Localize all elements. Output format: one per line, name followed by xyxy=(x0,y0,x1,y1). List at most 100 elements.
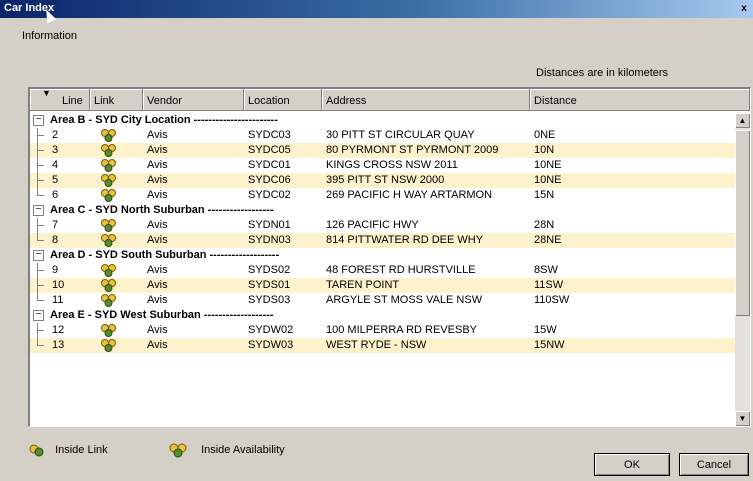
table-row[interactable]: 13 Avis SYDW03 WEST RYDE - NSW 15NW xyxy=(30,338,735,353)
car-index-grid[interactable]: ▼ Line Link Vendor Location Address Dist… xyxy=(28,87,751,427)
legend-inside-availability: Inside Availability xyxy=(168,442,285,458)
cell-distance: 10NE xyxy=(534,174,562,186)
tree-connector xyxy=(37,233,48,241)
cell-address: 30 PITT ST CIRCULAR QUAY xyxy=(326,129,475,141)
cell-distance: 11SW xyxy=(534,279,564,291)
cell-line: 9 xyxy=(52,264,59,276)
scroll-down-icon[interactable]: ▼ xyxy=(735,411,750,426)
group-row[interactable]: − Area E - SYD West Suburban ------------… xyxy=(30,308,735,323)
table-row[interactable]: 6 Avis SYDC02 269 PACIFIC H WAY ARTARMON 15N xyxy=(30,188,735,203)
cell-address: KINGS CROSS NSW 2011 xyxy=(326,159,458,171)
inside-availability-icon[interactable] xyxy=(100,323,118,337)
cell-vendor: Avis xyxy=(147,294,168,306)
cell-vendor: Avis xyxy=(147,189,168,201)
table-row[interactable]: 4 Avis SYDC01 KINGS CROSS NSW 2011 10NE xyxy=(30,158,735,173)
inside-availability-icon[interactable] xyxy=(100,188,118,202)
cell-line: 5 xyxy=(52,174,59,186)
column-header-distance[interactable]: Distance xyxy=(530,89,750,111)
cell-vendor: Avis xyxy=(147,159,168,171)
ok-button[interactable]: OK xyxy=(594,453,670,476)
title-bar[interactable]: Car Index x xyxy=(0,0,753,18)
collapse-icon[interactable]: − xyxy=(33,310,44,321)
cell-line: 11 xyxy=(52,294,64,306)
inside-availability-icon[interactable] xyxy=(100,293,118,307)
tree-connector xyxy=(37,338,48,346)
cell-location: SYDC05 xyxy=(248,144,291,156)
legend-inside-link: Inside Link xyxy=(28,442,108,458)
inside-availability-icon[interactable] xyxy=(100,158,118,172)
cell-address: 126 PACIFIC HWY xyxy=(326,219,419,231)
cell-distance: 28NE xyxy=(534,234,562,246)
cell-distance: 110SW xyxy=(534,294,570,306)
cell-address: 395 PITT ST NSW 2000 xyxy=(326,174,445,186)
group-row[interactable]: − Area C - SYD North Suburban -----------… xyxy=(30,203,735,218)
group-label: Area B - SYD City Location -------------… xyxy=(50,114,278,126)
cell-line: 7 xyxy=(52,219,59,231)
group-row[interactable]: − Area D - SYD South Suburban -----------… xyxy=(30,248,735,263)
table-row[interactable]: 10 Avis SYDS01 TAREN POINT 11SW xyxy=(30,278,735,293)
vertical-scrollbar[interactable]: ▲ ▼ xyxy=(735,113,750,426)
cell-vendor: Avis xyxy=(147,264,168,276)
cell-vendor: Avis xyxy=(147,129,168,141)
cell-location: SYDW02 xyxy=(248,324,294,336)
cell-line: 3 xyxy=(52,144,59,156)
inside-availability-icon[interactable] xyxy=(100,218,118,232)
cell-line: 13 xyxy=(52,339,65,351)
cell-distance: 15N xyxy=(534,189,555,201)
table-row[interactable]: 3 Avis SYDC05 80 PYRMONT ST PYRMONT 2009 10N xyxy=(30,143,735,158)
table-row[interactable]: 2 Avis SYDC03 30 PITT ST CIRCULAR QUAY 0NE xyxy=(30,128,735,143)
table-row[interactable]: 5 Avis SYDC06 395 PITT ST NSW 2000 10NE xyxy=(30,173,735,188)
cell-distance: 15NW xyxy=(534,339,565,351)
scroll-up-icon[interactable]: ▲ xyxy=(735,113,750,128)
inside-availability-icon[interactable] xyxy=(100,128,118,142)
collapse-icon[interactable]: − xyxy=(33,115,44,126)
table-row[interactable]: 8 Avis SYDN03 814 PITTWATER RD DEE WHY 28NE xyxy=(30,233,735,248)
cell-address: WEST RYDE - NSW xyxy=(326,339,427,351)
cell-vendor: Avis xyxy=(147,324,168,336)
tree-connector xyxy=(37,143,48,158)
table-row[interactable]: 11 Avis SYDS03 ARGYLE ST MOSS VALE NSW 110SW xyxy=(30,293,735,308)
column-header-address[interactable]: Address xyxy=(322,89,530,111)
cell-distance: 10NE xyxy=(534,159,562,171)
inside-availability-icon[interactable] xyxy=(100,143,118,157)
scroll-thumb[interactable] xyxy=(735,130,750,316)
group-label: Area C - SYD North Suburban ------------… xyxy=(50,204,274,216)
cell-address: 80 PYRMONT ST PYRMONT 2009 xyxy=(326,144,499,156)
cell-vendor: Avis xyxy=(147,174,168,186)
cell-address: 269 PACIFIC H WAY ARTARMON xyxy=(326,189,493,201)
cell-address: ARGYLE ST MOSS VALE NSW xyxy=(326,294,483,306)
cell-location: SYDN03 xyxy=(248,234,291,246)
table-row[interactable]: 7 Avis SYDN01 126 PACIFIC HWY 28N xyxy=(30,218,735,233)
inside-availability-icon xyxy=(169,443,187,458)
collapse-icon[interactable]: − xyxy=(33,205,44,216)
sort-arrow-icon: ▼ xyxy=(42,88,51,98)
tree-connector xyxy=(37,218,48,233)
column-header-vendor[interactable]: Vendor xyxy=(143,89,244,111)
group-label: Area D - SYD South Suburban ------------… xyxy=(50,249,280,261)
close-icon[interactable]: x xyxy=(737,2,751,15)
inside-availability-icon[interactable] xyxy=(100,233,118,247)
collapse-icon[interactable]: − xyxy=(33,250,44,261)
inside-availability-icon[interactable] xyxy=(100,173,118,187)
cell-location: SYDS03 xyxy=(248,294,291,306)
tree-connector xyxy=(37,323,48,338)
cell-distance: 10N xyxy=(534,144,555,156)
inside-availability-icon[interactable] xyxy=(100,278,118,292)
column-header-line[interactable]: ▼ Line xyxy=(30,89,90,111)
tree-connector xyxy=(37,278,48,293)
table-row[interactable]: 9 Avis SYDS02 48 FOREST RD HURSTVILLE 8SW xyxy=(30,263,735,278)
menu-information[interactable]: Information xyxy=(22,30,77,42)
column-header-location[interactable]: Location xyxy=(244,89,322,111)
group-row[interactable]: − Area B - SYD City Location ------------… xyxy=(30,113,735,128)
cell-line: 2 xyxy=(52,129,59,141)
inside-availability-icon[interactable] xyxy=(100,338,118,352)
tree-connector xyxy=(37,188,48,196)
column-header-link[interactable]: Link xyxy=(90,89,143,111)
tree-connector xyxy=(37,158,48,173)
table-row[interactable]: 12 Avis SYDW02 100 MILPERRA RD REVESBY 15W xyxy=(30,323,735,338)
cancel-button[interactable]: Cancel xyxy=(679,453,749,476)
tree-connector xyxy=(37,173,48,188)
inside-availability-icon[interactable] xyxy=(100,263,118,277)
cell-address: 100 MILPERRA RD REVESBY xyxy=(326,324,478,336)
inside-link-icon xyxy=(29,444,44,457)
